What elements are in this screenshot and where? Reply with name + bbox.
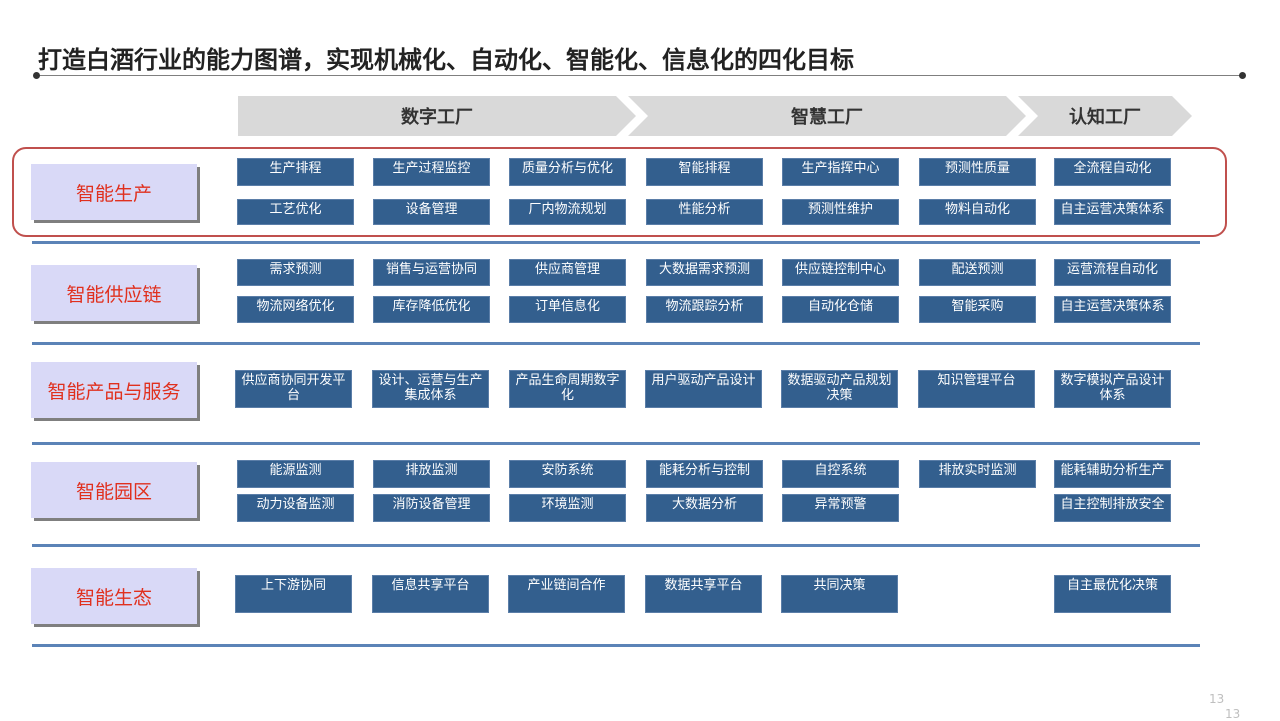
capability-cell: 共同决策: [781, 575, 898, 613]
capability-cell: 生产排程: [237, 158, 354, 186]
capability-cell: 数据共享平台: [645, 575, 762, 613]
capability-cell: 用户驱动产品设计: [645, 370, 762, 408]
capability-cell: 大数据需求预测: [646, 259, 763, 286]
category-smart-supply-chain: 智能供应链: [31, 265, 197, 321]
capability-cell: 能源监测: [237, 460, 354, 488]
capability-cell: 上下游协同: [235, 575, 352, 613]
capability-cell: 物料自动化: [919, 199, 1036, 225]
row-separator: [32, 241, 1200, 244]
capability-cell: 数据驱动产品规划决策: [781, 370, 898, 408]
capability-cell: 全流程自动化: [1054, 158, 1171, 186]
page-title: 打造白酒行业的能力图谱，实现机械化、自动化、智能化、信息化的四化目标: [38, 46, 854, 74]
capability-cell: 配送预测: [919, 259, 1036, 286]
capability-cell: 智能采购: [919, 296, 1036, 323]
page-number: 13: [1209, 692, 1225, 706]
capability-cell: 供应商管理: [509, 259, 626, 286]
capability-cell: 环境监测: [509, 494, 626, 522]
capability-cell: 供应商协同开发平台: [235, 370, 352, 408]
capability-cell: 智能排程: [646, 158, 763, 186]
divider-dot-left: [33, 72, 40, 79]
title-divider: [36, 75, 1242, 76]
row-separator: [32, 644, 1200, 647]
capability-cell: 知识管理平台: [918, 370, 1035, 408]
capability-cell: 工艺优化: [237, 199, 354, 225]
capability-cell: 需求预测: [237, 259, 354, 286]
capability-cell: 设计、运营与生产集成体系: [372, 370, 489, 408]
capability-cell: 自主运营决策体系: [1054, 296, 1171, 323]
capability-cell: 能耗分析与控制: [646, 460, 763, 488]
capability-cell: 设备管理: [373, 199, 490, 225]
capability-cell: 生产指挥中心: [782, 158, 899, 186]
row-separator: [32, 544, 1200, 547]
capability-cell: 自控系统: [782, 460, 899, 488]
capability-cell: 厂内物流规划: [509, 199, 626, 225]
capability-cell: 供应链控制中心: [782, 259, 899, 286]
phase-arrow-smart: 智慧工厂: [628, 96, 1026, 136]
capability-cell: 消防设备管理: [373, 494, 490, 522]
page-number-secondary: 13: [1225, 707, 1241, 721]
capability-cell: 物流网络优化: [237, 296, 354, 323]
capability-cell: 自主控制排放安全: [1054, 494, 1171, 522]
capability-cell: 排放实时监测: [919, 460, 1036, 488]
capability-cell: 生产过程监控: [373, 158, 490, 186]
category-smart-ecosystem: 智能生态: [31, 568, 197, 624]
capability-cell: 自主运营决策体系: [1054, 199, 1171, 225]
row-separator: [32, 342, 1200, 345]
capability-cell: 大数据分析: [646, 494, 763, 522]
capability-cell: 运营流程自动化: [1054, 259, 1171, 286]
row-separator: [32, 442, 1200, 445]
capability-cell: 销售与运营协同: [373, 259, 490, 286]
capability-cell: 数字模拟产品设计体系: [1054, 370, 1171, 408]
phase-arrow-digital: 数字工厂: [238, 96, 636, 136]
capability-cell: 能耗辅助分析生产: [1054, 460, 1171, 488]
capability-cell: 自动化仓储: [782, 296, 899, 323]
capability-cell: 物流跟踪分析: [646, 296, 763, 323]
category-smart-production: 智能生产: [31, 164, 197, 220]
capability-cell: 库存降低优化: [373, 296, 490, 323]
capability-cell: 预测性质量: [919, 158, 1036, 186]
capability-cell: 订单信息化: [509, 296, 626, 323]
capability-cell: 动力设备监测: [237, 494, 354, 522]
capability-cell: 产品生命周期数字化: [509, 370, 626, 408]
category-smart-products-services: 智能产品与服务: [31, 362, 197, 418]
capability-cell: 产业链间合作: [508, 575, 625, 613]
divider-dot-right: [1239, 72, 1246, 79]
capability-cell: 自主最优化决策: [1054, 575, 1171, 613]
category-smart-park: 智能园区: [31, 462, 197, 518]
capability-cell: 安防系统: [509, 460, 626, 488]
capability-cell: 质量分析与优化: [509, 158, 626, 186]
phase-arrow-cognitive: 认知工厂: [1018, 96, 1192, 136]
capability-cell: 排放监测: [373, 460, 490, 488]
capability-cell: 性能分析: [646, 199, 763, 225]
capability-cell: 预测性维护: [782, 199, 899, 225]
capability-cell: 异常预警: [782, 494, 899, 522]
capability-cell: 信息共享平台: [372, 575, 489, 613]
